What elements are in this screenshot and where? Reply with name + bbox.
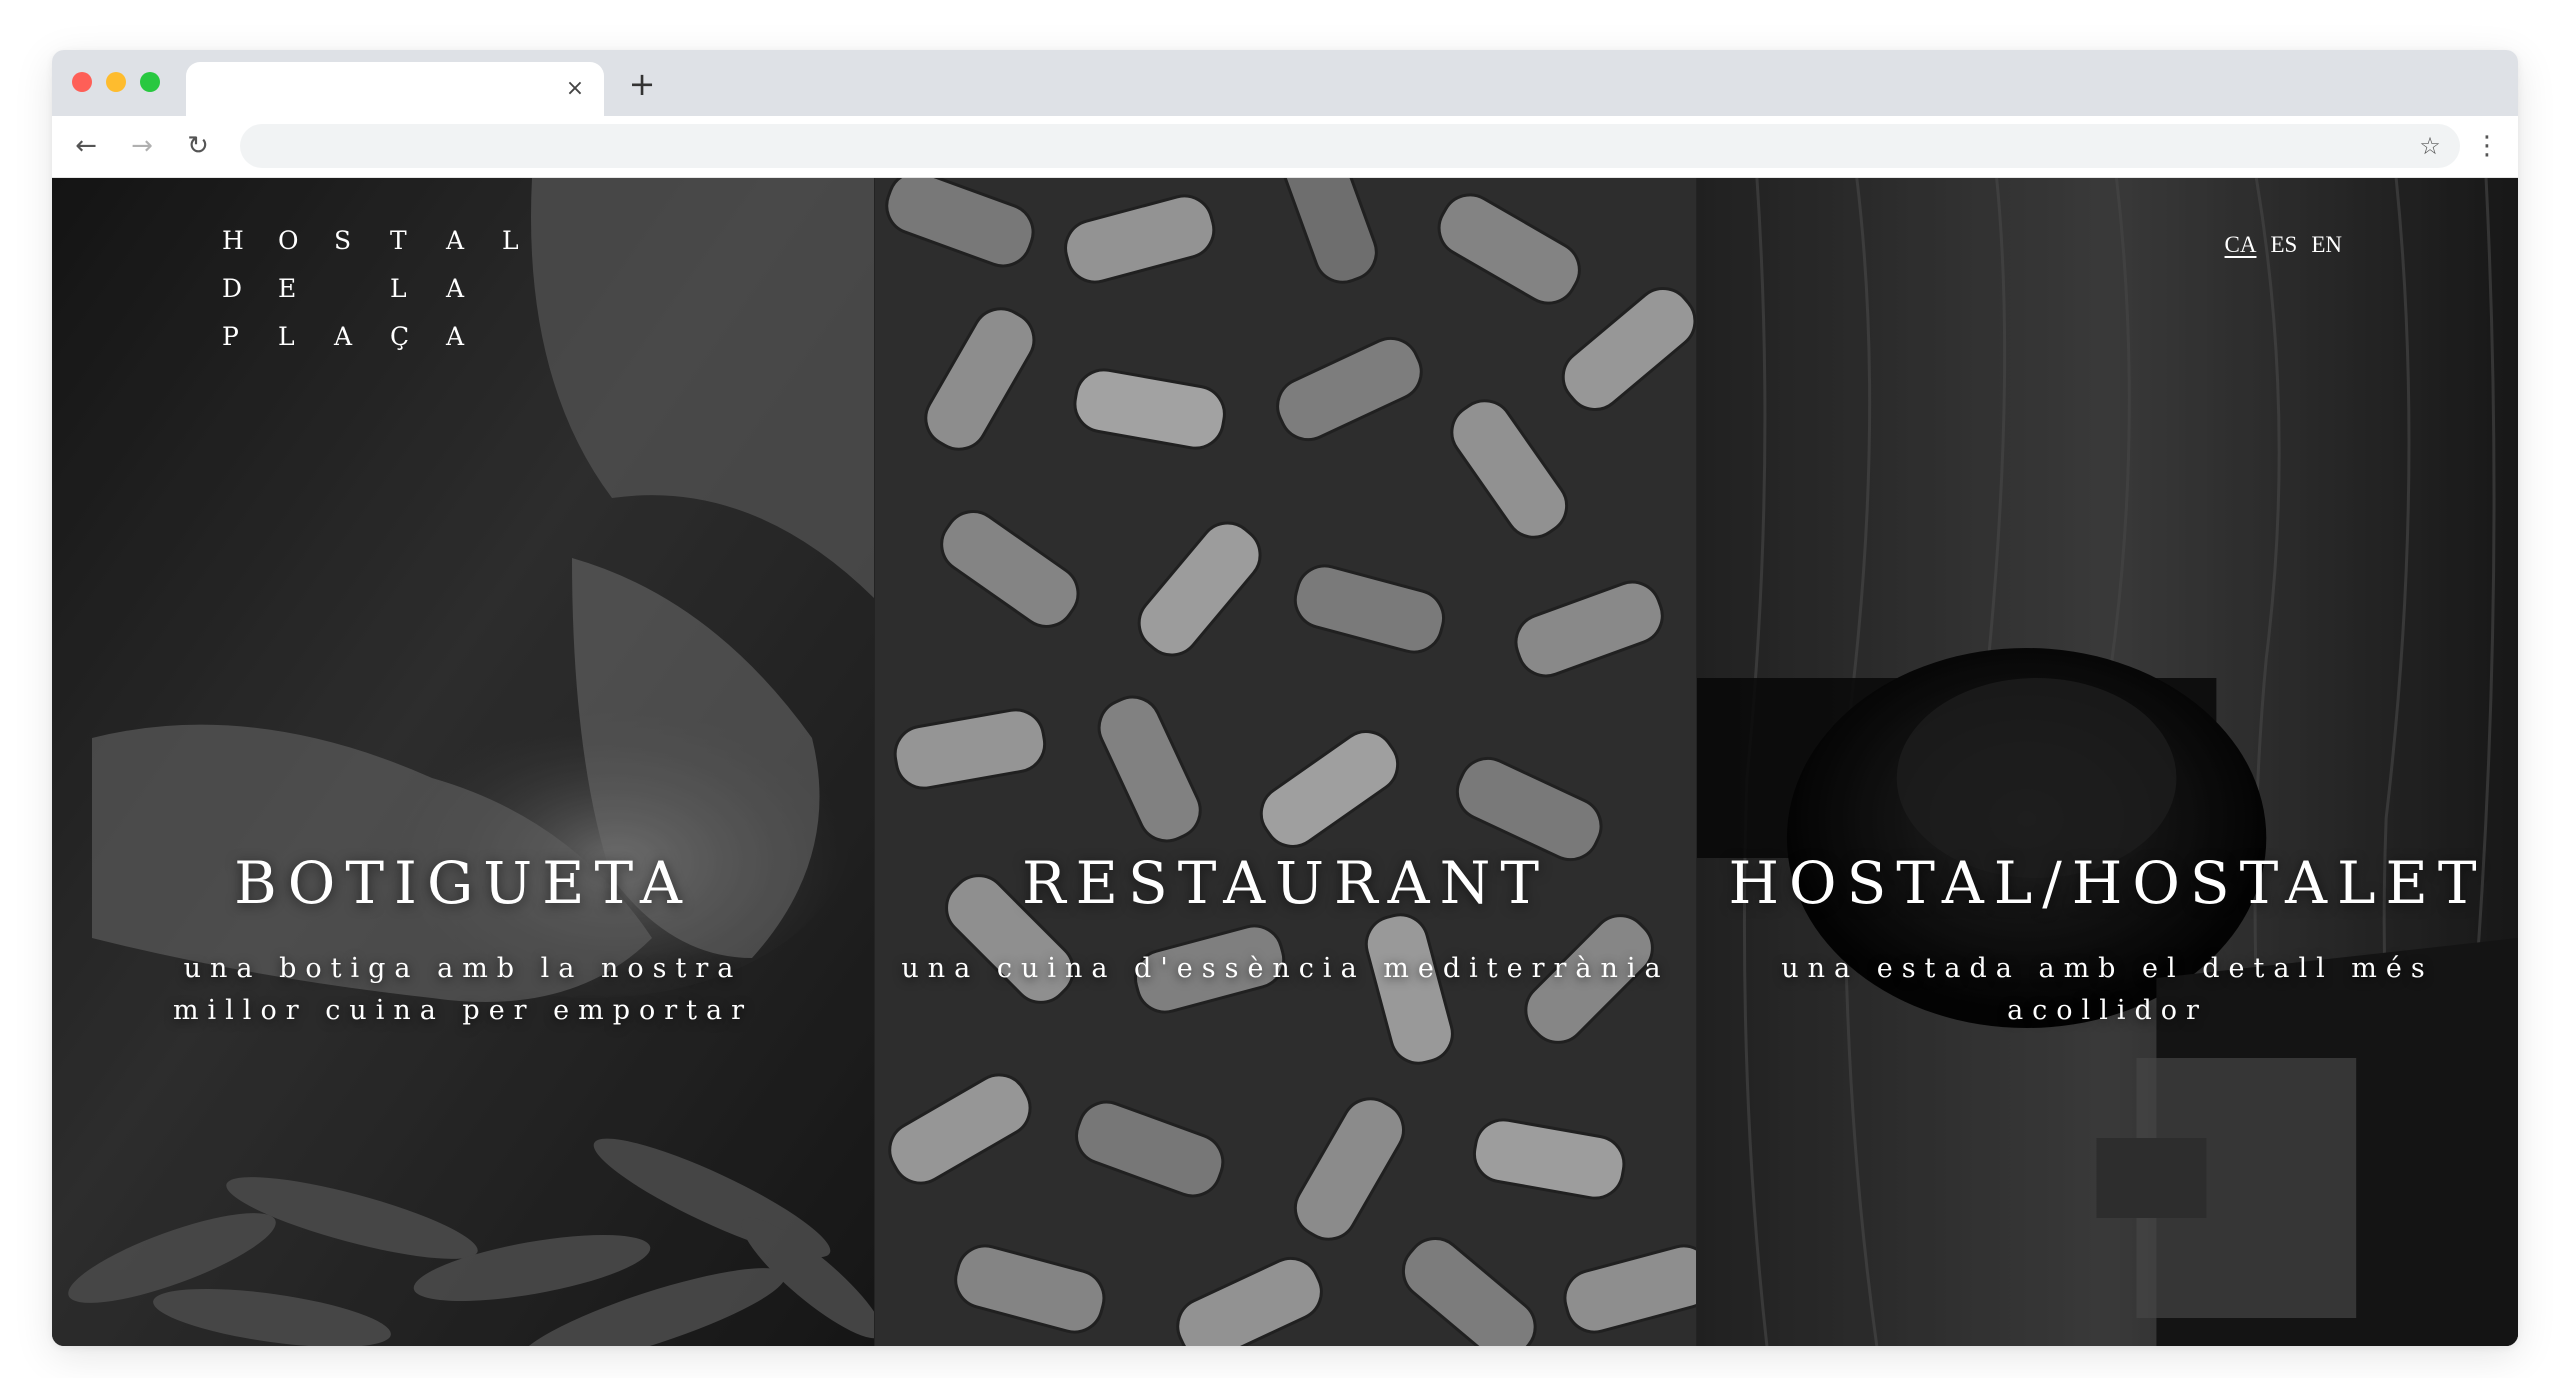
browser-toolbar: ← → ↻ ☆ ⋮ [52, 116, 2518, 178]
panel-overlay [1697, 178, 2518, 1346]
bookmark-star-icon[interactable]: ☆ [2414, 130, 2446, 162]
logo-letter: A [446, 225, 465, 255]
logo-line-2: D E L A [222, 264, 558, 312]
panel-hostal[interactable]: CA ES EN HOSTAL/HOSTALET una estada amb … [1696, 178, 2518, 1346]
language-switcher: CA ES EN [2225, 232, 2342, 258]
panel-content: RESTAURANT una cuina d'essència mediterr… [875, 848, 1696, 990]
logo-letter: A [334, 321, 353, 351]
logo-letter: O [278, 225, 299, 255]
panel-content: HOSTAL/HOSTALET una estada amb el detall… [1697, 848, 2518, 1032]
landing-page: H O S T A L D E L A P L A Ç A BOTIGUETA … [52, 178, 2518, 1346]
panel-restaurant[interactable]: RESTAURANT una cuina d'essència mediterr… [874, 178, 1696, 1346]
address-bar: ☆ [240, 124, 2460, 168]
new-tab-button[interactable]: + [624, 66, 660, 102]
reload-icon[interactable]: ↻ [180, 128, 216, 164]
logo-letter: S [334, 225, 352, 255]
logo-letter: Ç [390, 321, 410, 351]
logo-letter: T [390, 225, 407, 255]
logo-letter: D [222, 273, 243, 303]
forward-arrow-icon[interactable]: → [124, 128, 160, 164]
browser-window: × + ← → ↻ ☆ ⋮ H O S T A L D E L A P L A … [52, 50, 2518, 1346]
logo-letter: L [502, 225, 519, 255]
logo-line-1: H O S T A L [222, 216, 558, 264]
panel-subtitle: una botiga amb la nostra millor cuina pe… [172, 953, 754, 1026]
panel-botigueta[interactable]: H O S T A L D E L A P L A Ç A BOTIGUETA … [52, 178, 874, 1346]
logo-letter: L [390, 273, 407, 303]
logo-letter: P [222, 321, 239, 351]
maximize-window-button[interactable] [140, 72, 160, 92]
panel-title[interactable]: BOTIGUETA [52, 848, 874, 918]
site-logo[interactable]: H O S T A L D E L A P L A Ç A [222, 216, 558, 360]
url-input[interactable] [240, 124, 2460, 168]
lang-es-link[interactable]: ES [2270, 232, 2297, 258]
panel-content: BOTIGUETA una botiga amb la nostra millo… [52, 848, 874, 1032]
browser-tab[interactable]: × [186, 62, 604, 116]
lang-ca-link[interactable]: CA [2225, 232, 2257, 258]
logo-letter: H [222, 225, 244, 255]
lang-en-link[interactable]: EN [2311, 232, 2342, 258]
back-arrow-icon[interactable]: ← [68, 128, 104, 164]
minimize-window-button[interactable] [106, 72, 126, 92]
window-controls [72, 72, 160, 92]
logo-letter: L [278, 321, 295, 351]
panel-title[interactable]: HOSTAL/HOSTALET [1697, 848, 2518, 918]
logo-line-3: P L A Ç A [222, 312, 558, 360]
close-icon[interactable]: × [562, 76, 588, 102]
logo-letter: E [278, 273, 297, 303]
panel-overlay [875, 178, 1696, 1346]
panel-title[interactable]: RESTAURANT [875, 848, 1696, 918]
logo-letter: A [446, 273, 465, 303]
panel-subtitle: una cuina d'essència mediterrània [901, 953, 1670, 984]
browser-menu-icon[interactable]: ⋮ [2472, 128, 2502, 164]
panel-subtitle: una estada amb el detall més acollidor [1781, 953, 2434, 1026]
tab-bar: × + [52, 50, 2518, 116]
close-window-button[interactable] [72, 72, 92, 92]
logo-letter: A [446, 321, 465, 351]
